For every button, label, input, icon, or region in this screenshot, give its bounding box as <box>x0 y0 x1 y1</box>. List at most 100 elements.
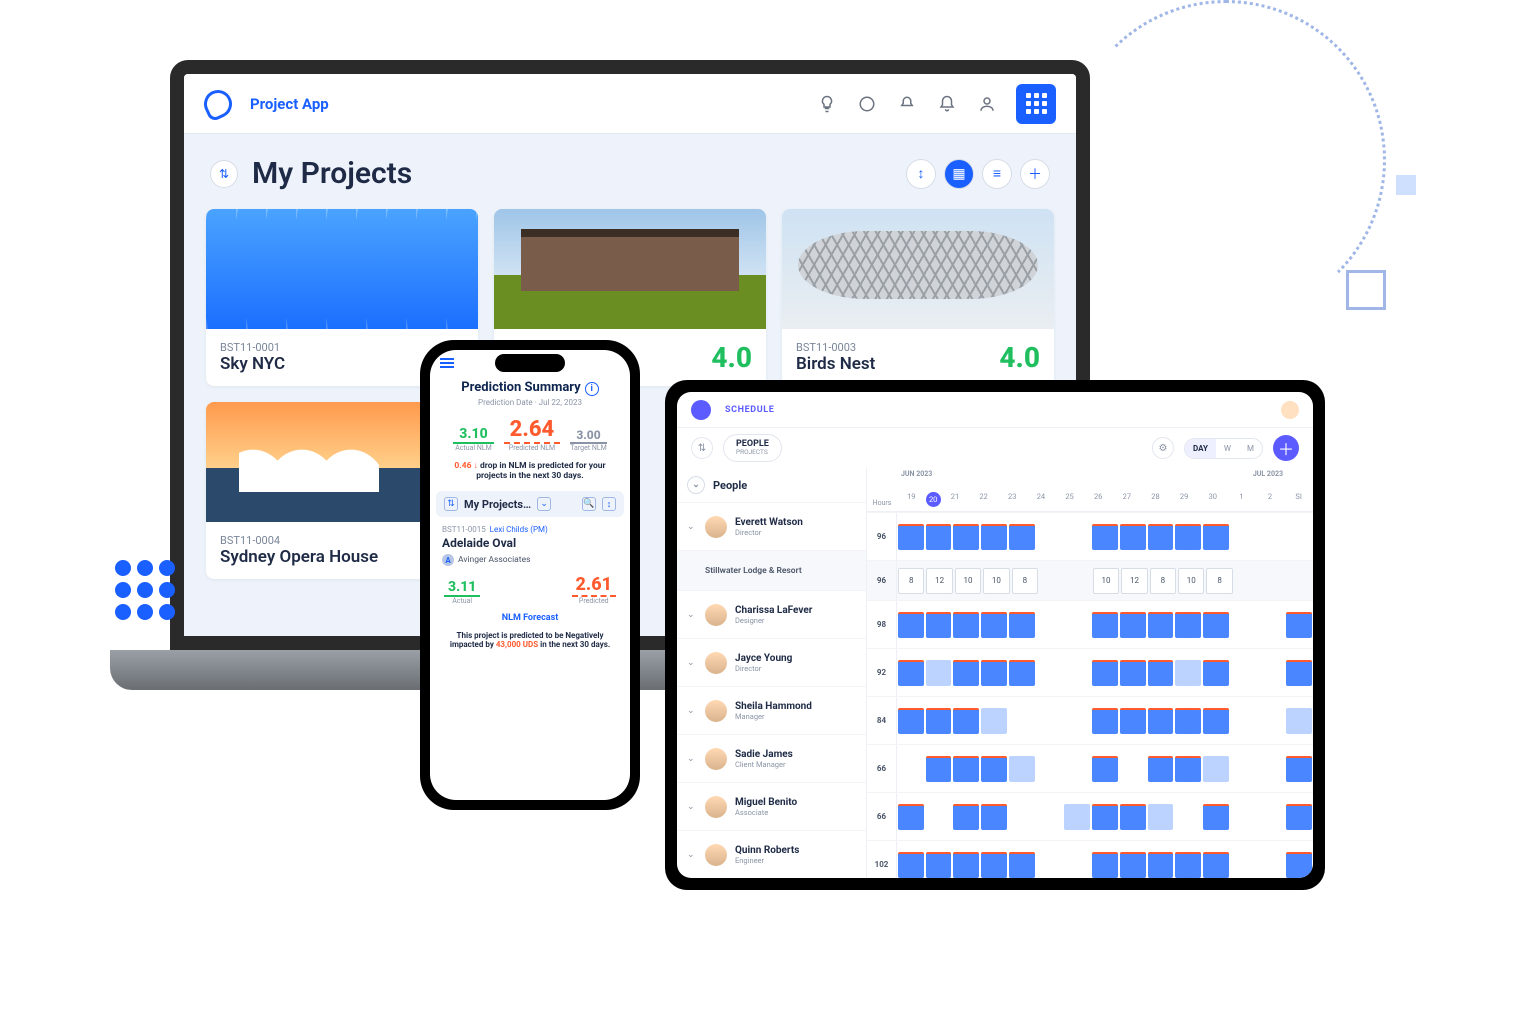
gantt-cell[interactable] <box>1092 852 1118 878</box>
user-icon[interactable] <box>976 93 998 115</box>
search-icon[interactable]: 🔍 <box>582 497 596 511</box>
gantt-cell[interactable] <box>1092 660 1118 686</box>
gantt-cell[interactable] <box>1148 804 1174 830</box>
gantt-cell[interactable] <box>1148 756 1174 782</box>
gantt-cell[interactable] <box>981 524 1007 550</box>
add-button[interactable]: ＋ <box>1273 435 1299 461</box>
date-cell[interactable]: 2 <box>1256 492 1285 507</box>
expand-icon[interactable]: ⌄ <box>687 706 697 716</box>
date-cell[interactable]: 23 <box>998 492 1027 507</box>
gantt-cell[interactable] <box>1148 852 1174 878</box>
date-cell[interactable]: SI <box>1284 492 1313 507</box>
project-card[interactable]: BST11-0003 Birds Nest 4.0 <box>782 209 1054 386</box>
gantt-cell[interactable] <box>1092 804 1118 830</box>
date-cell[interactable]: 28 <box>1141 492 1170 507</box>
grid-view-button[interactable]: ▦ <box>944 159 974 189</box>
gantt-cell[interactable] <box>1009 524 1035 550</box>
notification-icon[interactable] <box>896 93 918 115</box>
expand-icon[interactable]: ⌄ <box>687 610 697 620</box>
gantt-cell[interactable] <box>1203 524 1229 550</box>
gantt-cell[interactable] <box>1009 756 1035 782</box>
project-row[interactable]: BST11-0015 Lexi Childs (PM) Adelaide Ova… <box>430 517 630 566</box>
hours-cell[interactable]: 8 <box>898 568 924 594</box>
gantt-cell[interactable] <box>1175 852 1201 878</box>
gantt-cell[interactable] <box>1203 852 1229 878</box>
user-avatar[interactable] <box>1281 401 1299 419</box>
gantt-cell[interactable] <box>1120 612 1146 638</box>
gantt-cell[interactable] <box>1092 612 1118 638</box>
gantt-cell[interactable] <box>898 852 924 878</box>
gantt-cell[interactable] <box>1120 852 1146 878</box>
gantt-cell[interactable] <box>1120 524 1146 550</box>
gantt-cell[interactable] <box>953 756 979 782</box>
schedule-tab[interactable]: SCHEDULE <box>725 405 774 415</box>
gantt-cell[interactable] <box>926 756 952 782</box>
expand-icon[interactable]: ⌄ <box>687 754 697 764</box>
date-cell[interactable]: 27 <box>1113 492 1142 507</box>
gantt-cell[interactable] <box>1286 756 1312 782</box>
date-cell[interactable]: 20 <box>926 492 941 507</box>
settings-icon[interactable]: ⚙ <box>1152 437 1174 459</box>
gantt-cell[interactable] <box>953 660 979 686</box>
people-projects-chip[interactable]: PEOPLE PROJECTS <box>723 434 782 462</box>
week-view[interactable]: W <box>1216 439 1239 458</box>
date-cell[interactable]: 29 <box>1170 492 1199 507</box>
gantt-cell[interactable] <box>1203 756 1229 782</box>
gantt-cell[interactable] <box>981 708 1007 734</box>
gantt-cell[interactable] <box>1286 708 1312 734</box>
person-row[interactable]: ⌄Sheila HammondManager <box>677 686 866 734</box>
hours-cell[interactable]: 10 <box>983 568 1009 594</box>
hours-cell[interactable]: 10 <box>1178 568 1204 594</box>
gantt-cell[interactable] <box>1148 660 1174 686</box>
gantt-cell[interactable] <box>926 852 952 878</box>
gantt-cell[interactable] <box>898 708 924 734</box>
expand-icon[interactable]: ⌄ <box>687 658 697 668</box>
gantt-cell[interactable] <box>926 660 952 686</box>
bell-icon[interactable] <box>936 93 958 115</box>
date-cell[interactable]: 25 <box>1055 492 1084 507</box>
gantt-cell[interactable] <box>1120 804 1146 830</box>
gantt-cell[interactable] <box>1203 804 1229 830</box>
person-row[interactable]: ⌄Quinn RobertsEngineer <box>677 830 866 878</box>
hours-cell[interactable]: 12 <box>1121 568 1147 594</box>
hours-cell[interactable]: 8 <box>1150 568 1176 594</box>
app-grid-button[interactable] <box>1016 84 1056 124</box>
gantt-cell[interactable] <box>1092 524 1118 550</box>
gantt-cell[interactable] <box>926 612 952 638</box>
menu-icon[interactable] <box>440 358 454 368</box>
gantt-cell[interactable] <box>1175 708 1201 734</box>
sort-button[interactable]: ↕ <box>906 159 936 189</box>
person-row[interactable]: ⌄Everett WatsonDirector <box>677 502 866 550</box>
collapse-all-icon[interactable]: ⌄ <box>687 476 705 494</box>
lightbulb-icon[interactable] <box>816 93 838 115</box>
person-row[interactable]: ⌄Jayce YoungDirector <box>677 638 866 686</box>
gantt-cell[interactable] <box>1009 612 1035 638</box>
project-sub-row[interactable]: Stillwater Lodge & Resort <box>677 550 866 590</box>
gantt-cell[interactable] <box>1175 756 1201 782</box>
date-cell[interactable]: 21 <box>941 492 970 507</box>
month-view[interactable]: M <box>1239 439 1262 458</box>
gantt-cell[interactable] <box>1092 756 1118 782</box>
hours-cell[interactable]: 8 <box>1012 568 1038 594</box>
add-project-button[interactable]: ＋ <box>1020 159 1050 189</box>
gantt-cell[interactable] <box>1175 612 1201 638</box>
gantt-cell[interactable] <box>981 612 1007 638</box>
gantt-cell[interactable] <box>953 804 979 830</box>
gantt-cell[interactable] <box>1009 660 1035 686</box>
filter-button[interactable]: ⇅ <box>210 160 238 188</box>
gantt-cell[interactable] <box>1286 612 1312 638</box>
hours-cell[interactable]: 12 <box>926 568 952 594</box>
gantt-cell[interactable] <box>1203 612 1229 638</box>
expand-icon[interactable]: ↕ <box>602 497 616 511</box>
date-cell[interactable]: 26 <box>1084 492 1113 507</box>
chevron-down-icon[interactable]: ⌄ <box>537 497 551 511</box>
gantt-cell[interactable] <box>1009 852 1035 878</box>
hours-cell[interactable]: 8 <box>1206 568 1232 594</box>
nlm-forecast-link[interactable]: NLM Forecast <box>430 613 630 623</box>
hours-cell[interactable]: 10 <box>955 568 981 594</box>
day-view[interactable]: DAY <box>1185 439 1216 458</box>
gantt-cell[interactable] <box>898 804 924 830</box>
gantt-cell[interactable] <box>1286 852 1312 878</box>
info-icon[interactable]: i <box>585 382 599 396</box>
gantt-cell[interactable] <box>953 708 979 734</box>
